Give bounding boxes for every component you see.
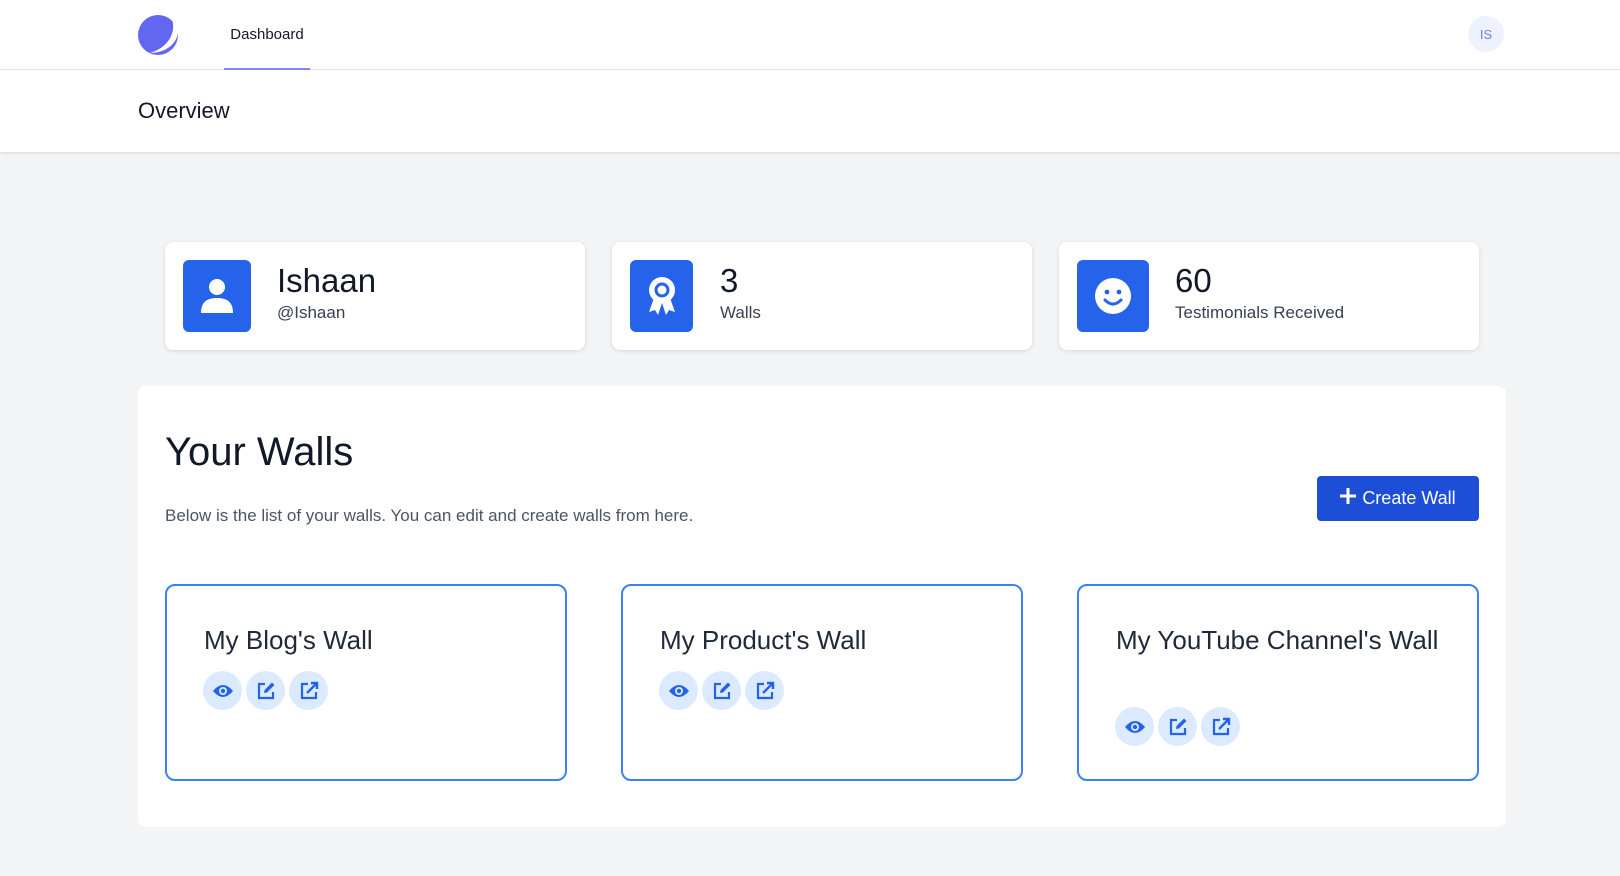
wall-name: My YouTube Channel's Wall — [1116, 625, 1439, 655]
eye-icon[interactable] — [203, 671, 242, 710]
page-title: Overview — [138, 98, 230, 123]
eye-icon[interactable] — [1115, 707, 1154, 746]
external-link-icon[interactable] — [1201, 707, 1240, 746]
stat-card-profile: Ishaan @Ishaan — [165, 242, 585, 350]
walls-title: Your Walls — [165, 430, 354, 474]
wall-actions — [1115, 707, 1240, 746]
user-icon — [183, 260, 251, 332]
tab-dashboard[interactable]: Dashboard — [224, 0, 310, 70]
smile-icon — [1077, 260, 1149, 332]
stat-label-username: @Ishaan — [277, 303, 346, 322]
page-header: Overview — [0, 70, 1620, 152]
external-link-icon[interactable] — [289, 671, 328, 710]
create-wall-button[interactable]: Create Wall — [1317, 476, 1479, 521]
stat-label-testimonials: Testimonials Received — [1175, 303, 1345, 322]
walls-panel: Your Walls Below is the list of your wal… — [138, 386, 1506, 827]
wall-card[interactable]: My Blog's Wall — [165, 584, 567, 781]
award-icon — [630, 260, 693, 332]
wall-actions — [203, 671, 328, 710]
plus-icon — [1340, 488, 1357, 509]
stat-value-testimonials: 60 — [1175, 262, 1212, 299]
avatar[interactable]: IS — [1468, 16, 1504, 52]
top-nav: Dashboard IS — [0, 0, 1620, 70]
stat-label-walls: Walls — [720, 303, 761, 322]
stat-card-testimonials: 60 Testimonials Received — [1059, 242, 1479, 350]
moon-logo-icon[interactable] — [136, 13, 180, 57]
wall-name: My Blog's Wall — [204, 625, 373, 655]
create-wall-label: Create Wall — [1362, 488, 1456, 508]
edit-icon[interactable] — [702, 671, 741, 710]
stat-value-name: Ishaan — [277, 262, 377, 299]
external-link-icon[interactable] — [745, 671, 784, 710]
edit-icon[interactable] — [1158, 707, 1197, 746]
wall-card[interactable]: My YouTube Channel's Wall — [1077, 584, 1479, 781]
wall-actions — [659, 671, 784, 710]
walls-description: Below is the list of your walls. You can… — [165, 506, 694, 525]
eye-icon[interactable] — [659, 671, 698, 710]
stat-card-walls: 3 Walls — [612, 242, 1032, 350]
wall-name: My Product's Wall — [660, 625, 867, 655]
wall-card[interactable]: My Product's Wall — [621, 584, 1023, 781]
edit-icon[interactable] — [246, 671, 285, 710]
stat-value-walls: 3 — [720, 262, 739, 299]
